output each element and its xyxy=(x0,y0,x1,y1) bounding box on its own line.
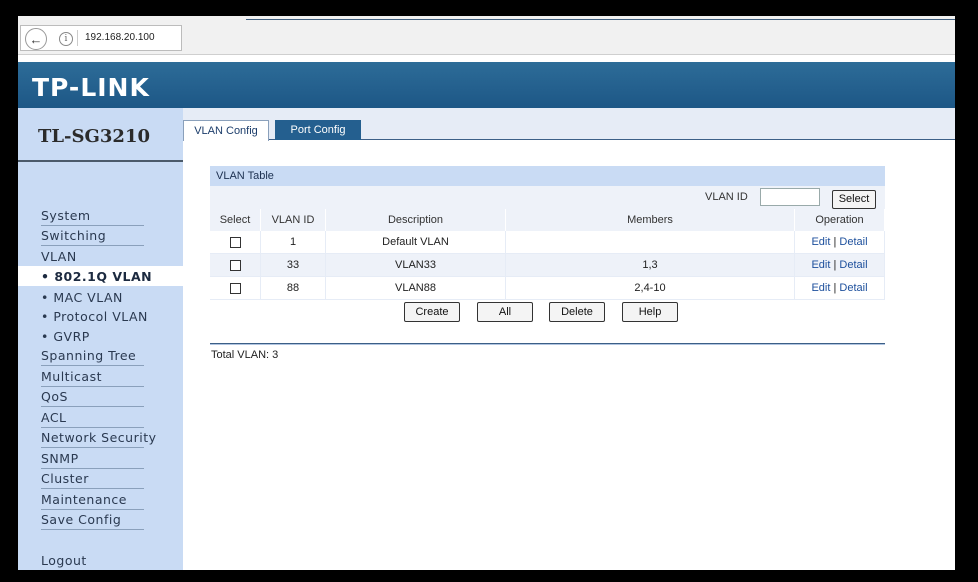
vlan-id-cell: 1 xyxy=(260,231,326,254)
row-checkbox[interactable] xyxy=(229,259,241,271)
table-row: 33 VLAN33 1,3 Edit | Detail xyxy=(210,253,885,277)
row-select-cell xyxy=(210,276,261,300)
all-button[interactable]: All xyxy=(477,302,533,322)
sidebar-item-system[interactable]: System xyxy=(41,208,144,226)
detail-link[interactable]: Detail xyxy=(839,282,867,294)
sidebar-item-qos[interactable]: QoS xyxy=(41,389,144,407)
table-row: 1 Default VLAN Edit | Detail xyxy=(210,231,885,254)
detail-link[interactable]: Detail xyxy=(839,236,867,248)
sidebar-item-mac-vlan[interactable]: • MAC VLAN xyxy=(41,290,123,305)
column-header-members: Members xyxy=(505,209,795,231)
vlan-id-search-label: VLAN ID xyxy=(705,191,748,203)
edit-link[interactable]: Edit xyxy=(811,282,830,294)
edit-link[interactable]: Edit xyxy=(811,236,830,248)
sidebar-item-acl[interactable]: ACL xyxy=(41,410,144,428)
table-header-row: Select VLAN ID Description Members Opera… xyxy=(210,209,885,231)
detail-link[interactable]: Detail xyxy=(839,259,867,271)
sidebar-item-cluster[interactable]: Cluster xyxy=(41,471,144,489)
address-text[interactable]: 192.168.20.100 xyxy=(85,32,155,43)
select-button[interactable]: Select xyxy=(832,190,876,209)
members-cell: 2,4-10 xyxy=(505,276,795,300)
help-button[interactable]: Help xyxy=(622,302,678,322)
row-select-cell xyxy=(210,231,261,254)
tab-vlan-config[interactable]: VLAN Config xyxy=(183,120,269,141)
operation-cell: Edit | Detail xyxy=(794,253,885,277)
browser-toolbar: ← i 192.168.20.100 xyxy=(18,16,955,55)
brand-logo: TP-LINK xyxy=(32,73,150,102)
row-checkbox[interactable] xyxy=(229,282,241,294)
tab-port-config[interactable]: Port Config xyxy=(275,120,361,140)
sidebar-item-network-security[interactable]: Network Security xyxy=(41,430,156,448)
sidebar: TL-SG3210 System Switching VLAN • 802.1Q… xyxy=(18,108,183,570)
column-header-description: Description xyxy=(325,209,506,231)
operation-separator: | xyxy=(833,236,837,248)
vlan-id-cell: 88 xyxy=(260,276,326,300)
edit-link[interactable]: Edit xyxy=(811,259,830,271)
model-name: TL-SG3210 xyxy=(38,126,150,147)
info-icon[interactable]: i xyxy=(59,32,73,46)
row-checkbox[interactable] xyxy=(229,236,241,248)
operation-separator: | xyxy=(833,282,837,294)
operation-cell: Edit | Detail xyxy=(794,231,885,254)
table-row: 88 VLAN88 2,4-10 Edit | Detail xyxy=(210,276,885,300)
operation-separator: | xyxy=(833,259,837,271)
members-cell xyxy=(505,231,795,254)
sidebar-item-switching[interactable]: Switching xyxy=(41,228,144,246)
column-header-operation: Operation xyxy=(794,209,885,231)
sidebar-item-multicast[interactable]: Multicast xyxy=(41,369,144,387)
sidebar-item-maintenance[interactable]: Maintenance xyxy=(41,492,144,510)
vlan-table: Select VLAN ID Description Members Opera… xyxy=(210,209,885,300)
column-header-select: Select xyxy=(210,209,261,231)
vlan-table-title: VLAN Table xyxy=(210,166,885,186)
back-arrow-icon[interactable]: ← xyxy=(25,28,47,50)
toolbar-divider xyxy=(246,19,955,20)
page-header: TP-LINK xyxy=(18,62,955,109)
sidebar-item-logout[interactable]: Logout xyxy=(41,553,144,570)
browser-window: ← i 192.168.20.100 TP-LINK TL-SG3210 Sys… xyxy=(18,16,955,570)
vlan-search-row: VLAN ID Select xyxy=(210,186,885,209)
sidebar-item-gvrp[interactable]: • GVRP xyxy=(41,329,90,344)
members-cell: 1,3 xyxy=(505,253,795,277)
footer-divider-shadow xyxy=(210,344,885,345)
row-select-cell xyxy=(210,253,261,277)
description-cell: VLAN33 xyxy=(325,253,506,277)
model-divider xyxy=(18,160,183,162)
sidebar-item-802-1q-vlan[interactable]: • 802.1Q VLAN xyxy=(18,266,183,286)
sidebar-item-protocol-vlan[interactable]: • Protocol VLAN xyxy=(41,309,148,324)
description-cell: VLAN88 xyxy=(325,276,506,300)
total-vlan-count: Total VLAN: 3 xyxy=(211,349,279,361)
sidebar-item-label: • 802.1Q VLAN xyxy=(41,269,153,284)
column-header-vlan-id: VLAN ID xyxy=(260,209,326,231)
description-cell: Default VLAN xyxy=(325,231,506,254)
sidebar-item-vlan[interactable]: VLAN xyxy=(41,249,144,267)
sidebar-item-snmp[interactable]: SNMP xyxy=(41,451,144,469)
operation-cell: Edit | Detail xyxy=(794,276,885,300)
address-separator xyxy=(77,30,78,46)
sidebar-item-spanning-tree[interactable]: Spanning Tree xyxy=(41,348,144,366)
sidebar-item-save-config[interactable]: Save Config xyxy=(41,512,144,530)
vlan-id-cell: 33 xyxy=(260,253,326,277)
create-button[interactable]: Create xyxy=(404,302,460,322)
delete-button[interactable]: Delete xyxy=(549,302,605,322)
vlan-id-search-input[interactable] xyxy=(760,188,820,206)
